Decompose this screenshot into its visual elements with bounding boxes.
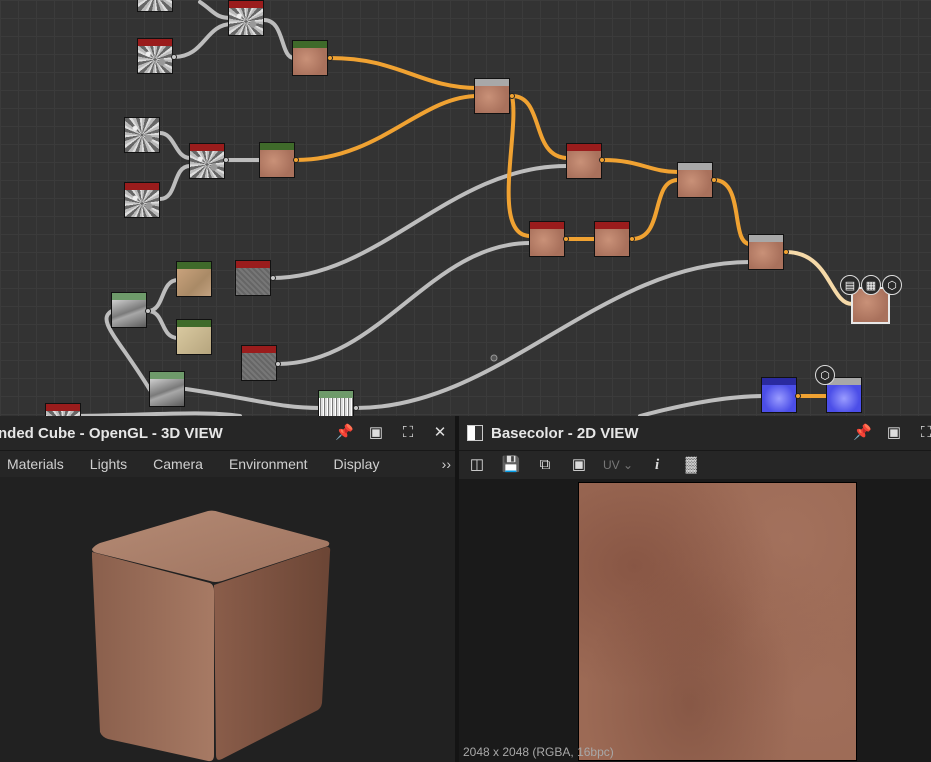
menu-environment[interactable]: Environment	[229, 456, 308, 472]
graph-node[interactable]	[176, 319, 212, 355]
menu-lights[interactable]: Lights	[90, 456, 127, 472]
wire	[270, 164, 568, 280]
wire	[158, 131, 192, 160]
wire	[146, 309, 180, 340]
graph-node[interactable]	[189, 143, 225, 179]
2d-view-panel: Basecolor - 2D VIEW 📌 ▣ ⛶ ◫ 💾 ⧉ ▣ UV ⌄ i…	[459, 416, 931, 762]
graph-node[interactable]	[228, 0, 264, 36]
basecolor-texture	[578, 482, 857, 761]
wire	[630, 178, 680, 241]
checker-icon	[467, 425, 483, 441]
document-icon[interactable]: ▤	[840, 275, 860, 295]
graph-node[interactable]	[124, 182, 160, 218]
pin-icon[interactable]: 📌	[853, 424, 872, 442]
output-node-icons: ▤ ▦ ⬡	[840, 275, 902, 295]
graph-node[interactable]	[45, 403, 81, 416]
graph-node[interactable]	[748, 234, 784, 270]
wire	[276, 241, 532, 366]
menu-materials[interactable]: Materials	[7, 456, 64, 472]
output-pin[interactable]	[783, 249, 789, 255]
output-pin[interactable]	[795, 393, 801, 399]
view-settings-icon[interactable]: ▣	[569, 455, 589, 475]
3d-view-menubar: Materials Lights Camera Environment Disp…	[0, 451, 455, 477]
wire	[262, 18, 296, 60]
graph-node[interactable]	[292, 40, 328, 76]
output-pin[interactable]	[145, 308, 151, 314]
output-pin[interactable]	[223, 157, 229, 163]
pin-icon[interactable]: 📌	[335, 424, 354, 442]
wire	[184, 387, 322, 410]
restore-icon[interactable]: ▣	[885, 424, 903, 442]
checker-icon[interactable]: ▦	[861, 275, 881, 295]
graph-node[interactable]	[176, 261, 212, 297]
restore-icon[interactable]: ▣	[367, 424, 385, 442]
output-node-icons: ⬡	[815, 365, 835, 385]
2d-view-title: Basecolor - 2D VIEW	[491, 424, 639, 442]
graph-node[interactable]	[137, 38, 173, 74]
wire	[294, 94, 480, 162]
output-pin[interactable]	[171, 54, 177, 60]
wire	[510, 94, 570, 160]
close-icon[interactable]: ✕	[431, 424, 449, 442]
graph-node[interactable]	[761, 377, 797, 413]
3d-view-title: nded Cube - OpenGL - 3D VIEW	[0, 424, 223, 442]
3d-view-titlebar: nded Cube - OpenGL - 3D VIEW 📌 ▣ ⛶ ✕	[0, 416, 455, 451]
3d-viewport[interactable]	[0, 477, 455, 762]
3d-view-panel: nded Cube - OpenGL - 3D VIEW 📌 ▣ ⛶ ✕ Mat…	[0, 416, 455, 762]
wire	[354, 260, 752, 410]
output-pin[interactable]	[599, 157, 605, 163]
wire	[601, 158, 680, 174]
info-icon[interactable]: i	[647, 455, 667, 475]
save-icon[interactable]: 💾	[501, 455, 521, 475]
output-pin[interactable]	[327, 55, 333, 61]
graph-node[interactable]	[677, 162, 713, 198]
rounded-cube-model	[92, 510, 331, 762]
cube-icon[interactable]: ⬡	[815, 365, 835, 385]
wire	[172, 22, 234, 59]
histogram-icon[interactable]: ▓	[681, 455, 701, 475]
graph-node[interactable]	[124, 117, 160, 153]
graph-node[interactable]	[566, 143, 602, 179]
graph-node[interactable]	[318, 390, 354, 416]
cube-icon[interactable]: ⬡	[882, 275, 902, 295]
maximize-icon[interactable]: ⛶	[917, 424, 931, 442]
output-pin[interactable]	[711, 177, 717, 183]
export-icon[interactable]: ◫	[467, 455, 487, 475]
output-pin[interactable]	[563, 236, 569, 242]
graph-node[interactable]	[241, 345, 277, 381]
graph-node[interactable]	[474, 78, 510, 114]
uv-dropdown[interactable]: UV ⌄	[603, 458, 633, 472]
graph-node[interactable]	[529, 221, 565, 257]
menu-overflow-icon[interactable]: ››	[442, 456, 451, 472]
output-pin[interactable]	[270, 275, 276, 281]
menu-camera[interactable]: Camera	[153, 456, 203, 472]
maximize-icon[interactable]: ⛶	[399, 424, 417, 442]
node-graph[interactable]: ▤ ▦ ⬡ ⬡	[0, 0, 931, 416]
wire	[712, 178, 752, 246]
2d-view-toolbar: ◫ 💾 ⧉ ▣ UV ⌄ i ▓	[459, 451, 931, 479]
wire	[328, 56, 480, 90]
output-pin[interactable]	[353, 405, 359, 411]
graph-node[interactable]	[594, 221, 630, 257]
output-pin[interactable]	[629, 236, 635, 242]
output-pin[interactable]	[509, 93, 515, 99]
wire	[146, 278, 180, 313]
2d-view-titlebar: Basecolor - 2D VIEW 📌 ▣ ⛶	[459, 416, 931, 451]
graph-node[interactable]	[137, 0, 173, 12]
wire	[506, 94, 532, 238]
graph-node[interactable]	[259, 142, 295, 178]
copy-icon[interactable]: ⧉	[535, 455, 555, 475]
2d-viewport[interactable]: 2048 x 2048 (RGBA, 16bpc)	[459, 479, 931, 762]
graph-node[interactable]	[149, 371, 185, 407]
output-pin[interactable]	[275, 361, 281, 367]
wire	[638, 394, 766, 416]
wire	[158, 164, 192, 201]
output-pin[interactable]	[293, 157, 299, 163]
texture-resolution: 2048 x 2048 (RGBA, 16bpc)	[463, 745, 614, 759]
menu-display[interactable]: Display	[334, 456, 380, 472]
wire-dot	[490, 354, 498, 362]
graph-node[interactable]	[111, 292, 147, 328]
graph-node[interactable]	[235, 260, 271, 296]
